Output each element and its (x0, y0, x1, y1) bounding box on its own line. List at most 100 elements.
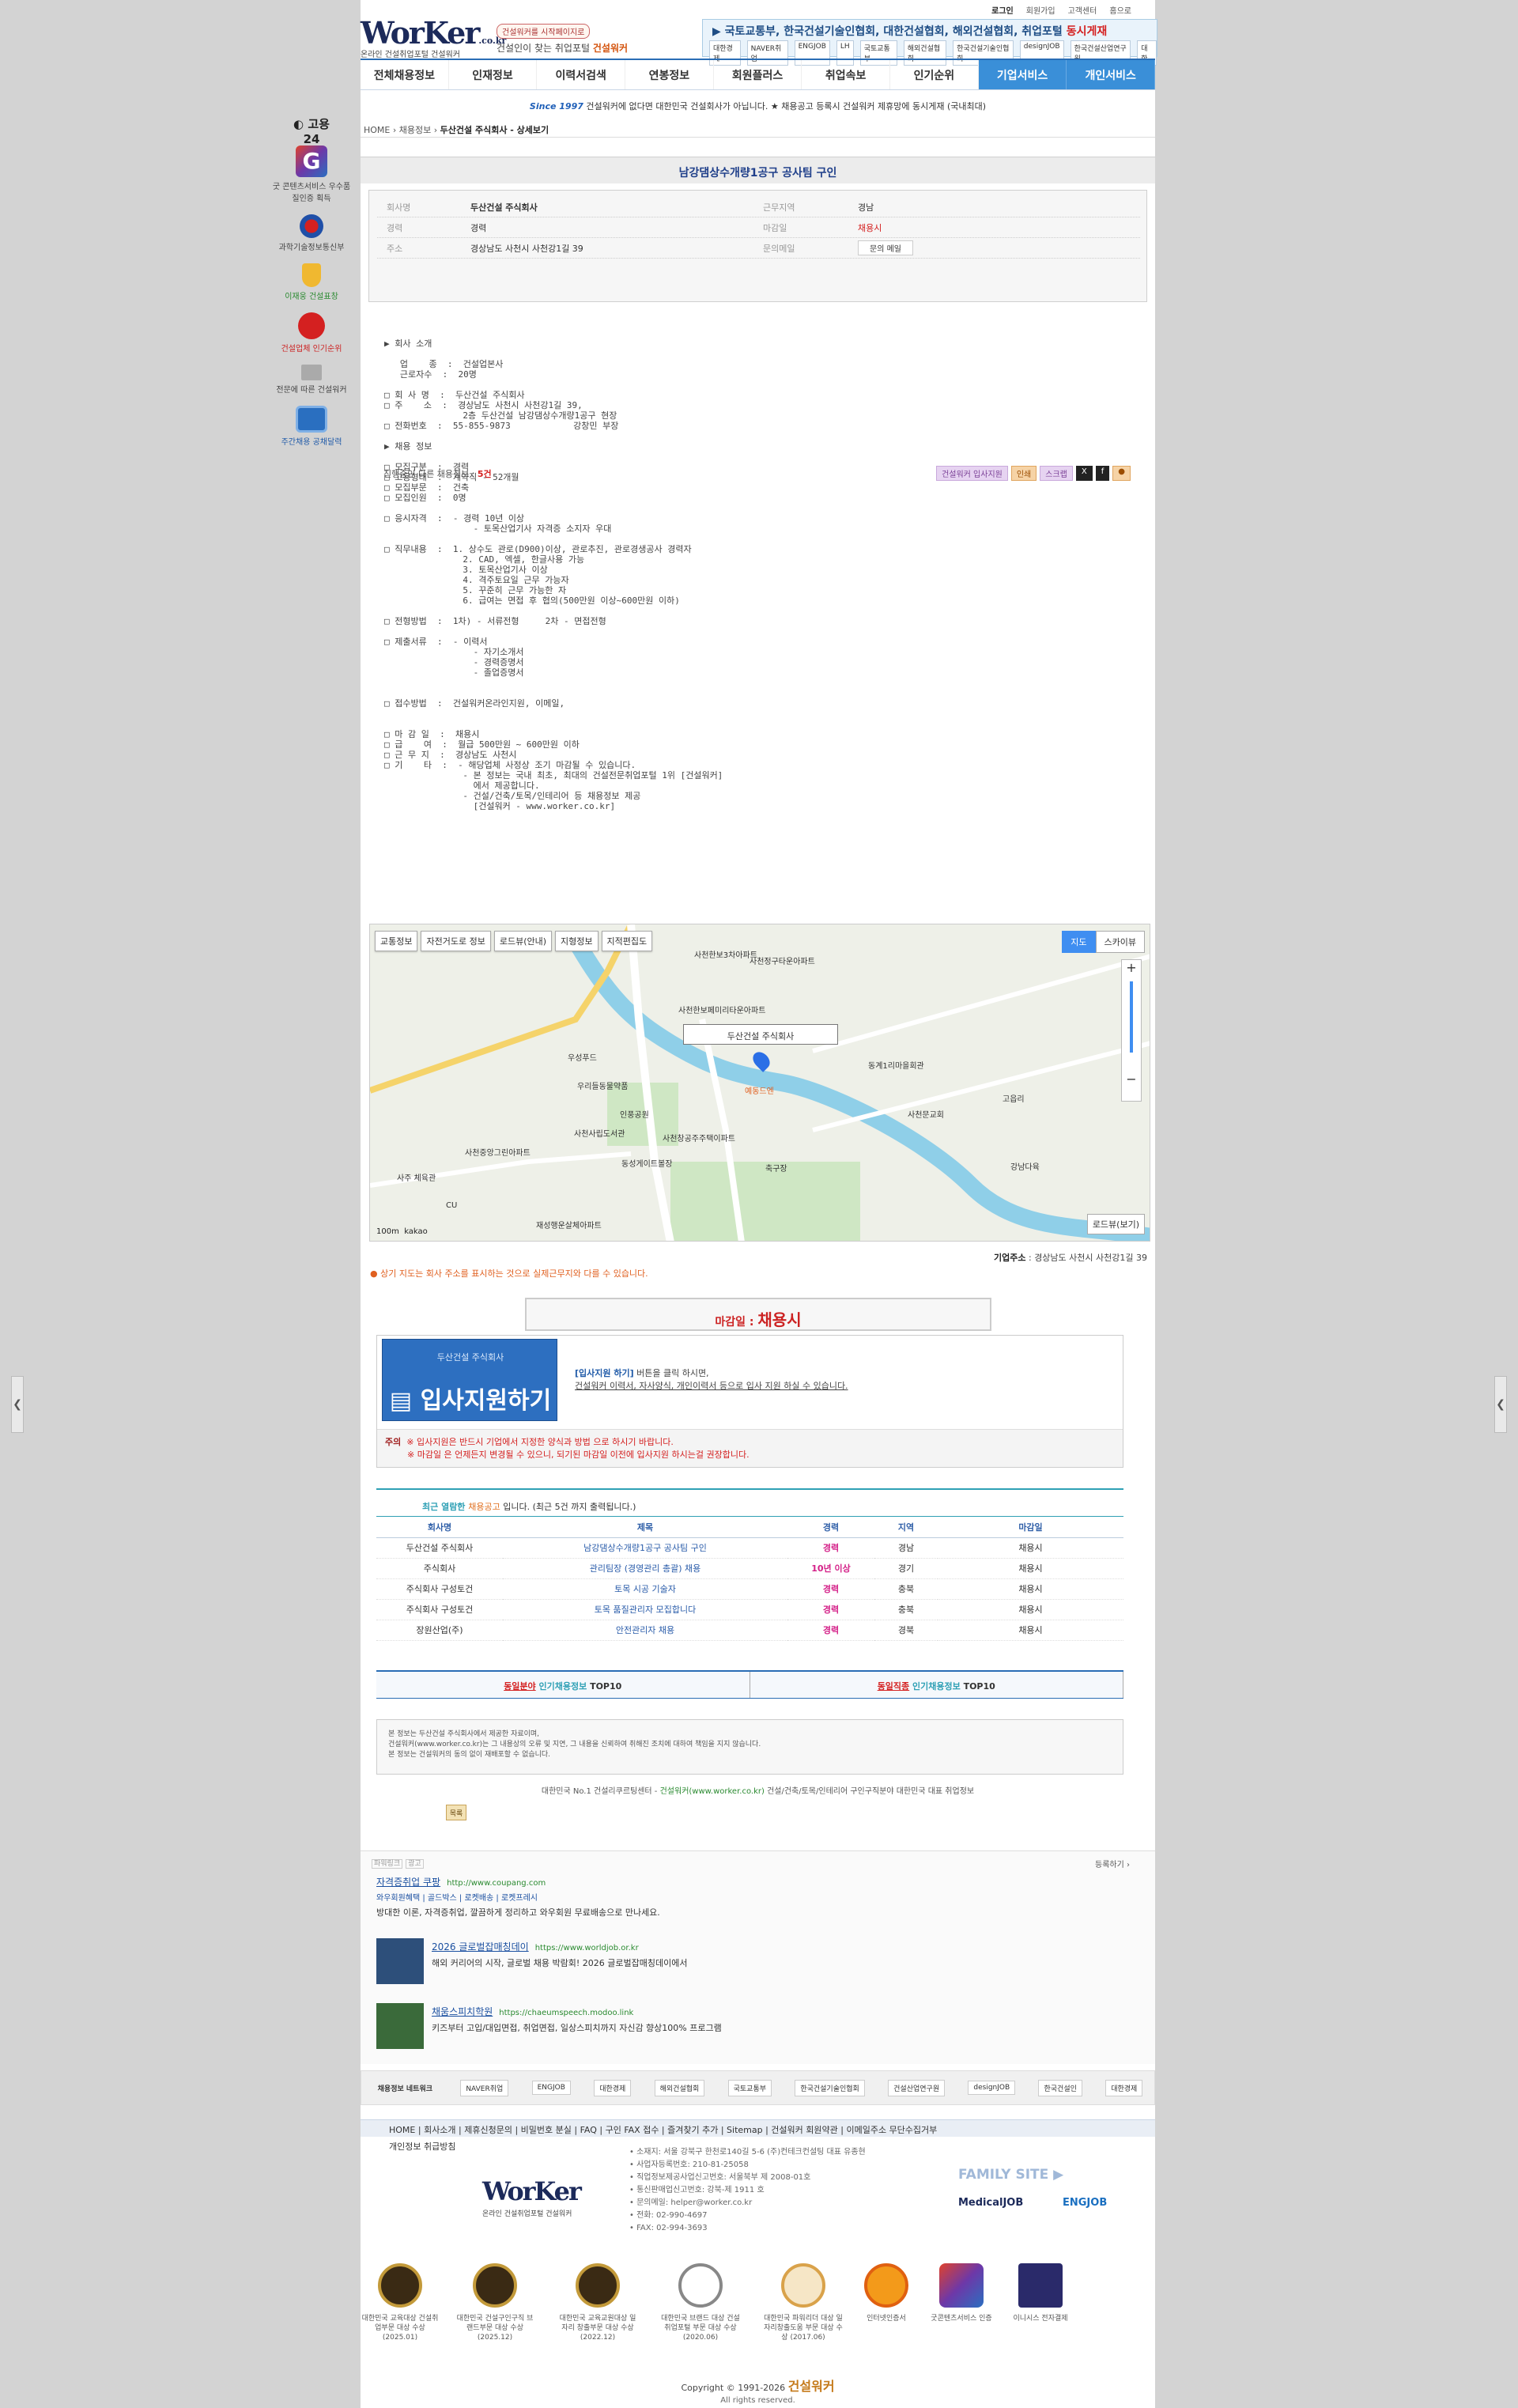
start-page-pill[interactable]: 건설워커를 시작페이지로 (497, 24, 591, 39)
warning-label: 주의 (385, 1437, 402, 1447)
map-place: 예동드엔 (745, 1087, 774, 1096)
nav-salary[interactable]: 연봉정보 (625, 60, 714, 89)
map-place: 사천사립도서관 (574, 1130, 625, 1139)
signup-link[interactable]: 회원가입 (1026, 4, 1055, 16)
info-row-company: 회사명 두산건설 주식회사 근무지역 경남 (377, 197, 1140, 217)
medal-icon (473, 2263, 517, 2308)
footer-nav[interactable]: HOME | 회사소개 | 제휴신청문의 | 비밀번호 분실 | FAQ | 구… (361, 2119, 1155, 2137)
map-marker-label: 두산건설 주식회사 (683, 1024, 838, 1045)
award-badge: 대한민국 브랜드 대상 건설취업포털 부문 대상 수상 (2020.06) (661, 2263, 740, 2342)
table-header: 회사명 제목 경력 지역 마감일 (376, 1517, 1123, 1538)
nav-talent[interactable]: 인재정보 (449, 60, 538, 89)
map-tool-roadview[interactable]: 로드뷰(안내) (493, 931, 553, 951)
partner-logo[interactable]: designJOB (968, 2081, 1016, 2095)
partner-logo[interactable]: NAVER취업 (460, 2079, 509, 2096)
partner-logo[interactable]: 해외건설협회 (654, 2079, 705, 2096)
medicaljob-link[interactable]: MedicalJOB (958, 2197, 1023, 2209)
nav-resume-search[interactable]: 이력서검색 (537, 60, 626, 89)
map-tool-traffic[interactable]: 교통정보 (375, 931, 418, 951)
g-cert-icon (939, 2263, 984, 2308)
sidebar-item-good-content[interactable]: G 굿 콘텐츠서비스 우수품질인증 획득 (272, 146, 351, 203)
nav-business-service[interactable]: 기업서비스 (978, 60, 1067, 89)
sidebar-item-ranking[interactable]: 건설업체 인기순위 (272, 312, 351, 353)
recent-jobs-heading: 최근 열람한 채용공고 입니다. (최근 5건 까지 출력됩니다.) (376, 1488, 1123, 1517)
map-place: 사천창공주주택이파트 (663, 1135, 735, 1144)
privacy-link[interactable]: 개인정보 취급방침 (389, 2140, 455, 2153)
login-link[interactable]: 로그인 (991, 4, 1014, 16)
map-place: 강남다육 (1010, 1163, 1040, 1172)
partner-logo[interactable]: 대한경제 (594, 2079, 632, 2096)
sidebar-item-calendar[interactable]: 주간채용 공채달력 (272, 406, 351, 447)
sidebar-label: 전문에 따른 건설워커 (276, 386, 347, 395)
roadview-button[interactable]: 로드뷰(보기) (1086, 1214, 1145, 1234)
zoom-in-icon[interactable]: + (1122, 960, 1141, 975)
nav-all-jobs[interactable]: 전체채용정보 (361, 60, 449, 89)
table-row[interactable]: 주식회사 관리팀장 (경영관리 총괄) 채용 10년 이상 경기 채용시 (376, 1558, 1123, 1579)
table-row[interactable]: 장원산업(주) 안전관리자 채용 경력 경북 채용시 (376, 1620, 1123, 1641)
map-scale: 100m kakao (376, 1227, 428, 1236)
table-row[interactable]: 주식회사 구성토건 토목 시공 기술자 경력 충북 채용시 (376, 1578, 1123, 1600)
inquiry-mail-button[interactable]: 문의 메일 (858, 240, 913, 255)
family-site[interactable]: FAMILY SITE ▶ (958, 2167, 1063, 2183)
partner-banner[interactable]: ▶ 국토교통부, 한국건설기술인협회, 대한건설협회, 해외건설협회, 취업포털… (702, 19, 1157, 66)
award-badge: 대한민국 건설구인구직 브랜드부문 대상 수상 (2025.12) (455, 2263, 534, 2342)
partner-logo[interactable]: 국토교통부 (727, 2079, 772, 2096)
power-link-item[interactable]: 자격증취업 쿠팡 http://www.coupang.com 와우회원혜택 | … (376, 1875, 660, 1918)
map-tool-cadastral[interactable]: 지적편집도 (601, 931, 653, 951)
map-tool-bike[interactable]: 자전거도로 정보 (421, 931, 491, 951)
nav-ranking[interactable]: 인기순위 (890, 60, 979, 89)
nav-personal-service[interactable]: 개인서비스 (1067, 60, 1156, 89)
partner-logo[interactable]: 채용정보 네트워크 (373, 2081, 437, 2096)
map-place: 동계1리마을회관 (868, 1062, 924, 1071)
tab-same-job-top10[interactable]: 동일직종 인기채용정보 TOP10 (750, 1672, 1123, 1698)
breadcrumb-home[interactable]: HOME (364, 125, 390, 135)
sidebar-label: 건설업체 인기순위 (281, 345, 342, 353)
map-tools: 교통정보 자전거도로 정보 로드뷰(안내) 지형정보 지적편집도 (375, 931, 653, 951)
partner-logo[interactable]: ENGJOB (531, 2081, 571, 2095)
right-scroll-arrow[interactable]: ❮ (1494, 1376, 1507, 1433)
table-row[interactable]: 주식회사 구성토건 토목 품질관리자 모집합니다 경력 충북 채용시 (376, 1599, 1123, 1620)
partner-logo[interactable]: 한국건설인 (1038, 2079, 1082, 2096)
apply-button[interactable]: 두산건설 주식회사 ▤ 입사지원하기 (382, 1339, 557, 1421)
support-link[interactable]: 고객센터 (1068, 4, 1097, 16)
location-map[interactable]: 교통정보 자전거도로 정보 로드뷰(안내) 지형정보 지적편집도 지도 스카이뷰… (369, 924, 1150, 1242)
engjob-link[interactable]: ENGJOB (1063, 2197, 1107, 2209)
zoom-slider[interactable] (1130, 981, 1133, 1053)
power-link-thumbnail[interactable] (376, 2003, 424, 2049)
map-place: 재성행운살체아파트 (536, 1222, 602, 1230)
home-link[interactable]: 홈으로 (1109, 4, 1131, 16)
list-button[interactable]: 목록 (446, 1805, 466, 1820)
power-link-thumbnail[interactable] (376, 1938, 424, 1984)
nav-member-plus[interactable]: 회원플러스 (714, 60, 802, 89)
sidebar-item-goyong24[interactable]: ◐ 고용24 (272, 115, 351, 146)
partner-logo[interactable]: 건설산업연구원 (888, 2079, 946, 2096)
power-register-link[interactable]: 등록하기 › (1095, 1858, 1130, 1869)
medal-icon (576, 2263, 620, 2308)
left-scroll-arrow[interactable]: ❮ (11, 1376, 24, 1433)
sidebar-item-msit[interactable]: 과학기술정보통신부 (272, 214, 351, 252)
cert-icon (864, 2263, 908, 2308)
breadcrumb-jobs[interactable]: 채용정보 (399, 125, 431, 135)
map-type-skyview[interactable]: 스카이뷰 (1095, 931, 1145, 953)
banner-text: ▶ 국토교통부, 한국건설기술인협회, 대한건설협회, 해외건설협회, 취업포털… (712, 25, 1108, 38)
table-row[interactable]: 두산건설 주식회사 남강댐상수개량1공구 공사팀 구인 경력 경남 채용시 (376, 1537, 1123, 1559)
tab-same-field-top10[interactable]: 동일분야 인기채용정보 TOP10 (376, 1672, 750, 1698)
goyong24-logo-icon: ◐ 고용24 (293, 117, 330, 146)
apply-warning: 주의 ※ 입사지원은 반드시 기업에서 지정한 양식과 방법 으로 하시기 바랍… (377, 1429, 1123, 1467)
zoom-control[interactable]: + − (1121, 959, 1142, 1102)
map-type-map[interactable]: 지도 (1062, 931, 1096, 953)
zoom-out-icon[interactable]: − (1122, 1072, 1141, 1087)
power-link-item[interactable]: 2026 글로벌잡매칭데이 https://www.worldjob.or.kr … (432, 1940, 688, 1969)
nav-news[interactable]: 취업속보 (802, 60, 891, 89)
partner-logo[interactable]: 대한경제 (1105, 2079, 1143, 2096)
apply-button-label: ▤ 입사지원하기 (389, 1387, 552, 1415)
sidebar-item-award[interactable]: 이재웅 건설표창 (272, 263, 351, 301)
power-link-item[interactable]: 채움스피치학원 https://chaeumspeech.modoo.link 키… (432, 2005, 722, 2034)
award-badge: 굿콘텐츠서비스 인증 (930, 2263, 993, 2323)
msit-logo-icon (300, 214, 323, 238)
partner-logo[interactable]: 한국건설기술인협회 (795, 2079, 865, 2096)
map-tool-terrain[interactable]: 지형정보 (555, 931, 599, 951)
sidebar-item-book[interactable]: 전문에 따른 건설워커 (272, 365, 351, 395)
top-bar: 로그인 회원가입 고객센터 홈으로 (361, 0, 1155, 19)
map-place: 사천한보3차아파트 (694, 951, 757, 960)
